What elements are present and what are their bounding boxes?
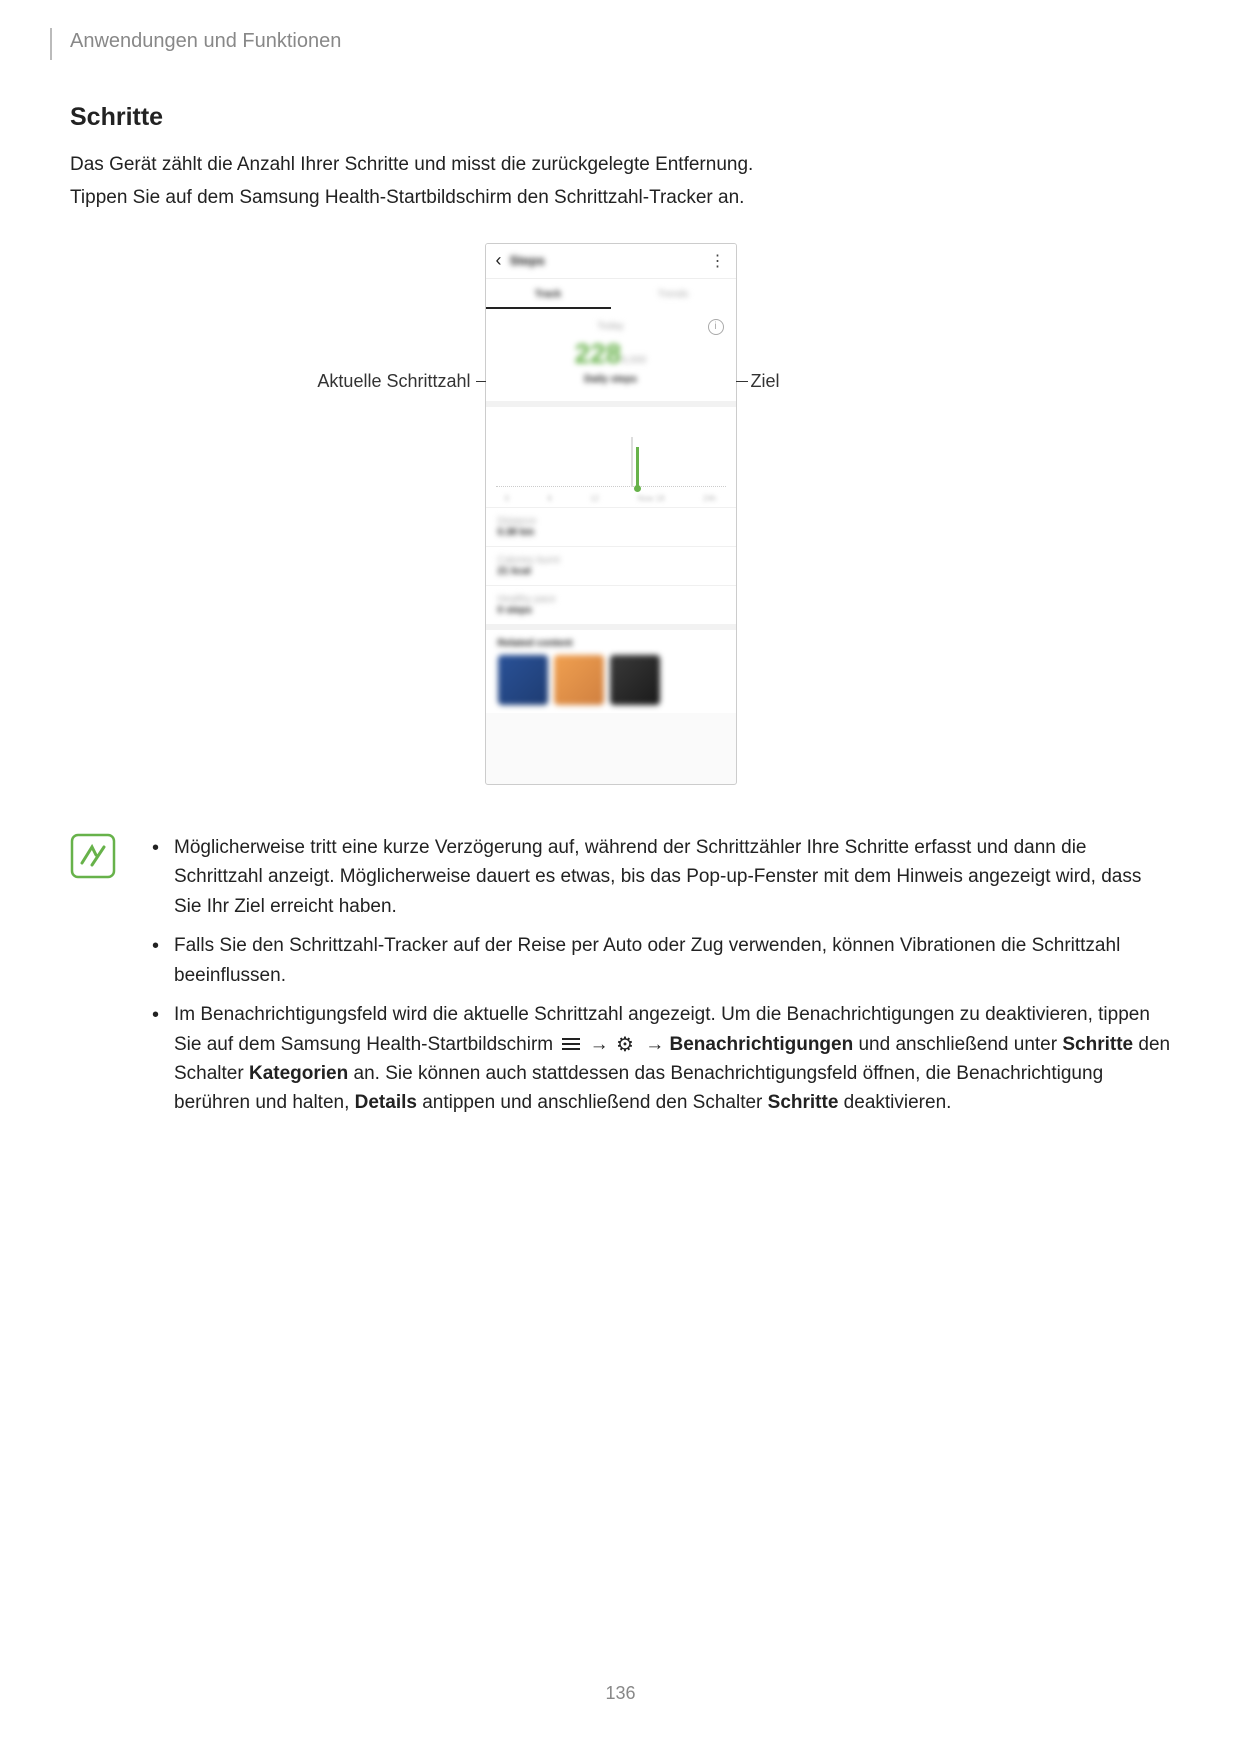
today-label: Today — [496, 321, 726, 332]
stat-calories: Calories burnt 21 kcal — [486, 546, 736, 585]
heading-schritte: Schritte — [70, 103, 1171, 132]
screen-title: Steps — [510, 253, 545, 268]
note-item-1: Möglicherweise tritt eine kurze Verzöger… — [146, 833, 1171, 921]
note-section: Möglicherweise tritt eine kurze Verzöger… — [70, 833, 1171, 1128]
step-counter-panel: i Today 2286,000 Daily steps — [486, 309, 736, 401]
note-item-3: Im Benachrichtigungsfeld wird die aktuel… — [146, 1000, 1171, 1118]
goal-sublabel: Daily steps — [496, 374, 726, 385]
phone-top-bar: ‹ Steps ⋮ — [486, 244, 736, 279]
related-content: Related content — [486, 624, 736, 713]
paragraph-1: Das Gerät zählt die Anzahl Ihrer Schritt… — [70, 150, 1171, 179]
goal-value: 6,000 — [621, 355, 646, 366]
step-count: 228 — [575, 338, 622, 369]
phone-screenshot: ‹ Steps ⋮ Track Trends i Today 2286,000 … — [485, 243, 737, 785]
section-header: Anwendungen und Funktionen — [70, 30, 1171, 53]
paragraph-2: Tippen Sie auf dem Samsung Health-Startb… — [70, 183, 1171, 212]
more-icon[interactable]: ⋮ — [710, 251, 726, 271]
hourly-chart: 0612Now 1824h — [486, 401, 736, 507]
diagram-area: Aktuelle Schrittzahl Ziel ‹ Steps ⋮ Trac… — [50, 243, 1171, 803]
stat-distance: Distance 0.38 km — [486, 507, 736, 546]
menu-icon — [560, 1035, 582, 1053]
note-icon — [70, 833, 116, 879]
callout-current-steps: Aktuelle Schrittzahl — [317, 371, 470, 392]
tab-track[interactable]: Track — [486, 279, 611, 309]
back-icon[interactable]: ‹ — [496, 250, 502, 271]
tab-trends[interactable]: Trends — [611, 279, 736, 309]
stat-pace: Healthy pace 0 steps — [486, 585, 736, 624]
related-thumb-1[interactable] — [498, 655, 548, 705]
header-divider — [50, 28, 52, 60]
related-thumb-2[interactable] — [554, 655, 604, 705]
gear-icon: ⚙ — [616, 1035, 638, 1053]
callout-goal: Ziel — [751, 371, 780, 392]
page-number: 136 — [0, 1683, 1241, 1704]
related-thumb-3[interactable] — [610, 655, 660, 705]
note-item-2: Falls Sie den Schrittzahl-Tracker auf de… — [146, 931, 1171, 990]
